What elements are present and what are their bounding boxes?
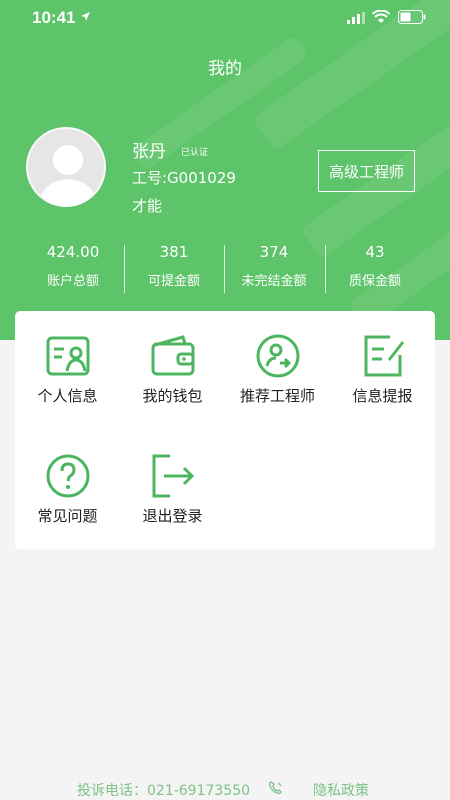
menu-item-wallet[interactable]: 我的钱包 (120, 333, 225, 406)
profile-header: 10:41 我的 张丹 已认证 工号:G001029 才能 高级工程师 424. (0, 0, 450, 340)
status-time: 10:41 (32, 8, 76, 27)
default-user-icon (28, 129, 104, 205)
menu-item-personal-info[interactable]: 个人信息 (15, 333, 120, 406)
battery-icon (398, 10, 426, 24)
question-icon (46, 454, 89, 498)
talent-label: 才能 (132, 197, 163, 215)
stat-label: 质保金额 (348, 274, 401, 289)
stat-label: 未完结金额 (241, 274, 307, 289)
avatar[interactable] (26, 127, 106, 207)
wifi-icon (372, 10, 390, 23)
menu-item-recommend-engineer[interactable]: 推荐工程师 (225, 333, 330, 406)
stat-total[interactable]: 424.00 账户总额 (23, 243, 123, 289)
wallet-icon (151, 335, 194, 376)
location-arrow-icon (81, 12, 90, 21)
stat-warranty[interactable]: 43 质保金额 (325, 243, 425, 289)
menu-item-label: 推荐工程师 (239, 387, 315, 405)
stat-value: 374 (259, 243, 289, 261)
id-card-icon (46, 336, 89, 376)
edit-document-icon (364, 335, 404, 377)
logout-icon (152, 454, 194, 498)
privacy-policy-link[interactable]: 隐私政策 (313, 780, 369, 800)
stat-label: 可提金额 (147, 274, 200, 289)
phone-icon[interactable] (268, 780, 284, 796)
complaint-phone[interactable]: 投诉电话：021-69173550 (77, 780, 250, 800)
menu-item-label: 我的钱包 (142, 387, 203, 405)
account-stats: 424.00 账户总额 381 可提金额 374 未完结金额 43 质保金额 (0, 243, 450, 295)
stat-label: 账户总额 (46, 274, 99, 289)
menu-item-label: 信息提报 (352, 387, 413, 405)
page-title: 我的 (208, 59, 242, 79)
user-name: 张丹 (132, 142, 166, 162)
verified-badge: 已认证 (181, 148, 209, 158)
stat-value: 424.00 (46, 243, 100, 261)
stat-value: 43 (365, 243, 385, 261)
menu-item-logout[interactable]: 退出登录 (120, 453, 225, 526)
engineer-level-button[interactable]: 高级工程师 (318, 150, 415, 192)
menu-item-faq[interactable]: 常见问题 (15, 453, 120, 526)
menu-item-info-report[interactable]: 信息提报 (330, 333, 435, 406)
status-bar: 10:41 (0, 0, 450, 36)
user-arrow-icon (256, 334, 299, 378)
signal-icon (347, 12, 365, 24)
menu-item-label: 个人信息 (37, 387, 98, 405)
footer: 投诉电话：021-69173550 隐私政策 (0, 780, 450, 800)
stat-unsettled[interactable]: 374 未完结金额 (224, 243, 324, 289)
employee-number: 工号:G001029 (132, 169, 236, 187)
stat-value: 381 (159, 243, 189, 261)
stat-withdrawable[interactable]: 381 可提金额 (124, 243, 224, 289)
menu-item-label: 常见问题 (37, 507, 98, 525)
menu-item-label: 退出登录 (142, 507, 203, 525)
menu-card: 个人信息 我的钱包 推荐工程师 信息提报 常见问题 退出登录 (15, 311, 435, 549)
